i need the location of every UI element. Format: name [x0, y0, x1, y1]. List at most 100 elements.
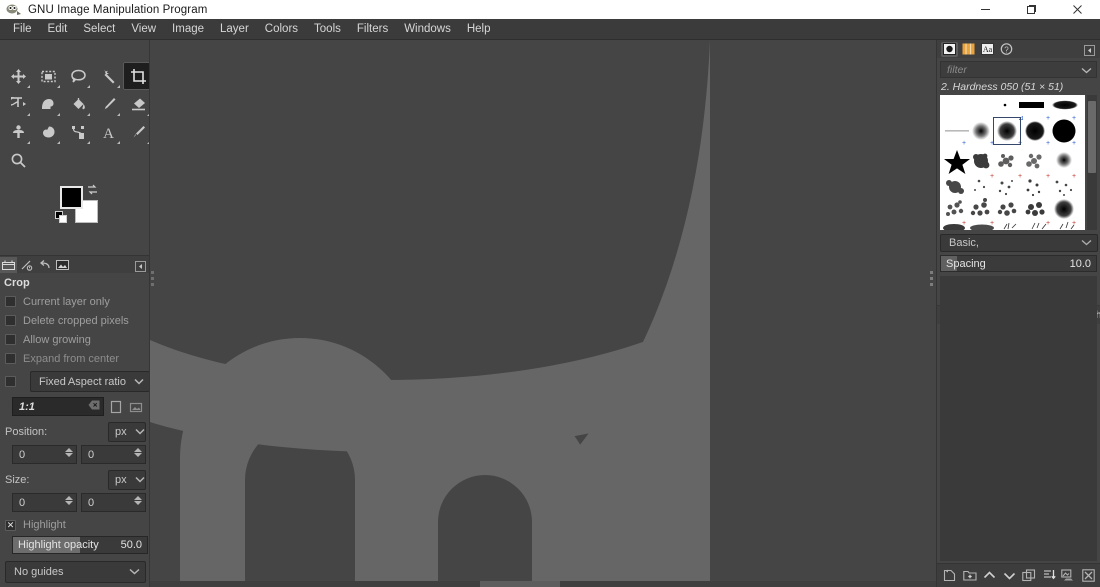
- brushes-menu-button[interactable]: [1084, 43, 1095, 61]
- aspect-ratio-input[interactable]: 1:1: [12, 397, 104, 416]
- chevron-down-icon[interactable]: [1081, 61, 1092, 79]
- menu-filters[interactable]: Filters: [349, 20, 396, 38]
- clear-entry-icon[interactable]: [88, 400, 100, 413]
- menu-colors[interactable]: Colors: [257, 20, 306, 38]
- landscape-icon[interactable]: [127, 398, 144, 416]
- size-unit-dropdown[interactable]: px: [108, 470, 146, 490]
- size-height-value: 0: [88, 496, 95, 509]
- menu-windows[interactable]: Windows: [396, 20, 459, 38]
- smudge-tool[interactable]: [33, 118, 63, 146]
- current-layer-only-row[interactable]: Current layer only: [0, 292, 150, 311]
- tool-options-tab[interactable]: [0, 256, 17, 273]
- free-select-tool[interactable]: [63, 62, 93, 90]
- rectangle-select-tool[interactable]: [33, 62, 63, 90]
- spinner-arrows[interactable]: [134, 448, 142, 457]
- spinner-arrows[interactable]: [65, 448, 73, 457]
- paths-tool[interactable]: [63, 118, 93, 146]
- menu-select[interactable]: Select: [75, 20, 123, 38]
- menu-view[interactable]: View: [123, 20, 164, 38]
- allow-growing-row[interactable]: Allow growing: [0, 330, 150, 349]
- menu-file[interactable]: File: [5, 20, 40, 38]
- brush-thumbnails: + + + + + ⊿ + + + + + + + + + +: [940, 95, 1085, 230]
- menu-edit[interactable]: Edit: [40, 20, 76, 38]
- position-x-input[interactable]: 0: [12, 445, 77, 464]
- swap-colors-icon[interactable]: [86, 183, 99, 201]
- size-width-input[interactable]: 0: [12, 493, 77, 512]
- delete-layer-button[interactable]: [1080, 566, 1097, 585]
- move-tool[interactable]: [3, 62, 33, 90]
- spinner-arrows[interactable]: [134, 496, 142, 505]
- lower-layer-button[interactable]: [1001, 566, 1018, 585]
- svg-text:+: +: [1046, 140, 1050, 147]
- tool-options-menu-button[interactable]: [135, 259, 146, 277]
- brushes-tab[interactable]: [941, 41, 958, 57]
- add-mask-button[interactable]: [1060, 566, 1077, 585]
- fonts-tab[interactable]: Aa: [979, 42, 996, 57]
- current-layer-only-label: Current layer only: [23, 295, 110, 308]
- maximize-button[interactable]: [1008, 0, 1054, 19]
- minimize-button[interactable]: [962, 0, 1008, 19]
- menu-layer[interactable]: Layer: [212, 20, 257, 38]
- menu-help[interactable]: Help: [459, 20, 499, 38]
- text-tool[interactable]: A: [93, 118, 123, 146]
- position-y-input[interactable]: 0: [81, 445, 146, 464]
- patterns-tab[interactable]: [960, 42, 977, 57]
- menu-image[interactable]: Image: [164, 20, 212, 38]
- highlight-opacity-slider[interactable]: Highlight opacity 50.0: [12, 536, 148, 554]
- new-layer-button[interactable]: [941, 566, 958, 585]
- fuzzy-select-tool[interactable]: [93, 62, 123, 90]
- layer-list[interactable]: [940, 276, 1097, 561]
- close-button[interactable]: [1054, 0, 1100, 19]
- position-unit-dropdown[interactable]: px: [108, 422, 146, 442]
- portrait-icon[interactable]: [107, 398, 124, 416]
- spinner-arrows[interactable]: [65, 496, 73, 505]
- device-status-tab[interactable]: [18, 257, 35, 273]
- anchor-layer-button[interactable]: [1040, 566, 1057, 585]
- canvas-horizontal-scrollbar[interactable]: [150, 581, 936, 587]
- unified-transform-tool[interactable]: [3, 90, 33, 118]
- scrollbar-thumb[interactable]: [1088, 101, 1096, 173]
- spinner-arrows[interactable]: [1093, 263, 1096, 264]
- duplicate-layer-button[interactable]: [1020, 566, 1037, 585]
- document-history-tab[interactable]: ?: [998, 42, 1015, 57]
- guides-dropdown[interactable]: No guides: [5, 561, 146, 583]
- scrollbar-thumb[interactable]: [480, 581, 560, 587]
- foreground-color-swatch[interactable]: [60, 186, 83, 209]
- fixed-checkbox[interactable]: [5, 376, 16, 387]
- spinner-arrows[interactable]: [144, 545, 147, 546]
- chevron-down-icon: [129, 566, 140, 578]
- clone-tool[interactable]: [3, 118, 33, 146]
- brush-spacing-slider[interactable]: Spacing 10.0: [940, 255, 1097, 272]
- brush-grid-scrollbar[interactable]: [1087, 95, 1097, 230]
- brush-grid[interactable]: + + + + + ⊿ + + + + + + + + + +: [940, 95, 1085, 230]
- undo-history-tab[interactable]: [36, 257, 53, 273]
- delete-cropped-pixels-row[interactable]: Delete cropped pixels: [0, 311, 150, 330]
- right-panel-drag-handle[interactable]: [930, 268, 935, 308]
- size-height-input[interactable]: 0: [81, 493, 146, 512]
- highlight-row[interactable]: Highlight: [0, 516, 150, 534]
- canvas-surface[interactable]: [150, 40, 936, 587]
- brush-tag-dropdown[interactable]: Basic,: [940, 234, 1098, 252]
- paintbrush-tool[interactable]: [93, 90, 123, 118]
- brush-filter-input[interactable]: filter: [940, 61, 1097, 78]
- bucket-fill-tool[interactable]: [63, 90, 93, 118]
- current-layer-only-checkbox[interactable]: [5, 296, 16, 307]
- size-label: Size:: [5, 474, 30, 486]
- left-panel-drag-handle[interactable]: [151, 268, 156, 308]
- reset-colors-icon[interactable]: [55, 211, 68, 229]
- new-layer-group-button[interactable]: [961, 566, 978, 585]
- highlight-opacity-label: Highlight opacity: [18, 539, 99, 551]
- warp-transform-tool[interactable]: [33, 90, 63, 118]
- allow-growing-checkbox[interactable]: [5, 334, 16, 345]
- delete-cropped-pixels-checkbox[interactable]: [5, 315, 16, 326]
- expand-from-center-checkbox[interactable]: [5, 353, 16, 364]
- svg-text:+: +: [1072, 173, 1076, 180]
- expand-from-center-row[interactable]: Expand from center: [0, 349, 150, 368]
- raise-layer-button[interactable]: [981, 566, 998, 585]
- menu-tools[interactable]: Tools: [306, 20, 349, 38]
- canvas-area[interactable]: [150, 40, 936, 587]
- fixed-aspect-dropdown[interactable]: Fixed Aspect ratio: [30, 371, 150, 392]
- highlight-checkbox[interactable]: [5, 519, 16, 531]
- zoom-tool[interactable]: [3, 146, 33, 174]
- images-tab[interactable]: [54, 257, 71, 273]
